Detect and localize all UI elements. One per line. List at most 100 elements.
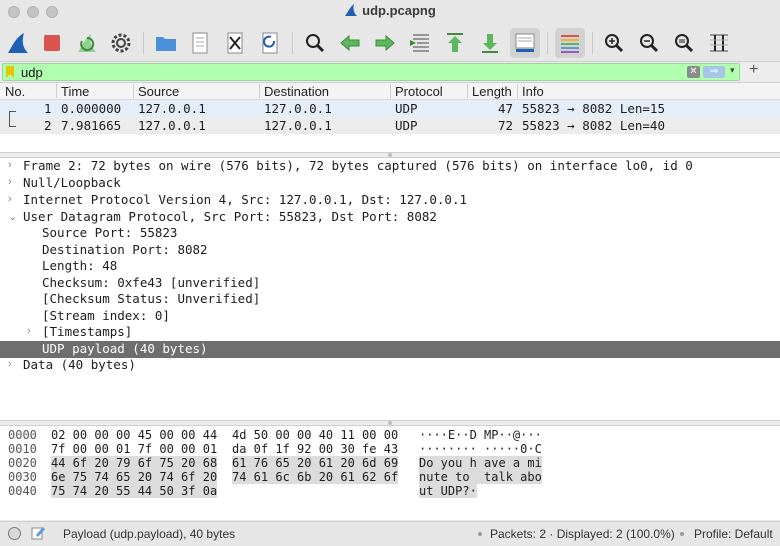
resize-columns-icon <box>710 34 728 52</box>
first-packet-button[interactable] <box>440 28 470 58</box>
expert-info-indicator-icon[interactable] <box>8 527 21 540</box>
packet-destination: 127.0.0.1 <box>264 101 332 116</box>
detail-row-stream-index[interactable]: [Stream index: 0] <box>0 308 780 325</box>
expand-arrow-icon[interactable]: › <box>8 358 12 370</box>
detail-row-loopback[interactable]: › Null/Loopback <box>0 175 780 192</box>
toolbar-separator <box>143 32 144 54</box>
packet-row[interactable]: 1 0.000000 127.0.0.1 127.0.0.1 UDP 47 55… <box>0 100 780 117</box>
display-filter-input[interactable] <box>21 64 681 80</box>
packet-row[interactable]: 2 7.981665 127.0.0.1 127.0.0.1 UDP 72 55… <box>0 117 780 134</box>
column-header-destination[interactable]: Destination <box>264 84 329 99</box>
detail-row-frame[interactable]: › Frame 2: 72 bytes on wire (576 bits), … <box>0 158 780 175</box>
column-header-time[interactable]: Time <box>61 84 89 99</box>
capture-comment-icon[interactable] <box>30 525 46 541</box>
capture-options-button[interactable] <box>106 28 136 58</box>
column-header-source[interactable]: Source <box>138 84 179 99</box>
bytes-hex: 02 00 00 00 45 00 00 44 <box>51 428 218 442</box>
column-divider[interactable] <box>467 84 468 98</box>
go-back-button[interactable] <box>335 28 365 58</box>
toolbar-separator <box>592 32 593 54</box>
stop-capture-button[interactable] <box>37 28 67 58</box>
last-packet-button[interactable] <box>475 28 505 58</box>
start-capture-button[interactable] <box>3 28 33 58</box>
expand-arrow-icon[interactable]: › <box>8 193 12 205</box>
detail-text: UDP payload (40 bytes) <box>42 341 208 356</box>
filter-history-dropdown-icon[interactable]: ▾ <box>730 65 735 76</box>
zoom-out-button[interactable] <box>634 28 664 58</box>
bytes-hex: 7f 00 00 01 7f 00 00 01 <box>51 442 218 456</box>
save-file-button[interactable] <box>185 28 215 58</box>
detail-row-data[interactable]: › Data (40 bytes) <box>0 357 780 374</box>
expand-arrow-icon[interactable]: › <box>8 159 12 171</box>
expand-arrow-icon[interactable]: › <box>27 325 31 337</box>
detail-row-udp-payload[interactable]: UDP payload (40 bytes) <box>0 341 780 358</box>
file-grid-icon <box>192 32 208 54</box>
splitter-handle[interactable] <box>388 421 392 425</box>
bytes-row[interactable]: 0030 6e 75 74 65 20 74 6f 20 74 61 6c 6b… <box>0 470 780 484</box>
go-to-packet-button[interactable] <box>405 28 435 58</box>
bytes-row[interactable]: 0020 44 6f 20 79 6f 75 20 68 61 76 65 20… <box>0 456 780 470</box>
detail-row-ipv4[interactable]: › Internet Protocol Version 4, Src: 127.… <box>0 192 780 209</box>
column-header-no[interactable]: No. <box>5 84 25 99</box>
detail-row-source-port[interactable]: Source Port: 55823 <box>0 225 780 242</box>
collapse-arrow-icon[interactable]: ⌄ <box>8 210 17 223</box>
detail-row-destination-port[interactable]: Destination Port: 8082 <box>0 242 780 259</box>
status-field-text: Payload (udp.payload), 40 bytes <box>63 527 236 541</box>
column-divider[interactable] <box>517 84 518 98</box>
zoom-reset-icon <box>675 34 694 53</box>
bytes-hex: 44 6f 20 79 6f 75 20 68 <box>51 456 218 470</box>
normal-size-button[interactable] <box>669 28 699 58</box>
autoscroll-icon <box>515 33 535 52</box>
bytes-offset: 0000 <box>8 428 37 442</box>
packet-bytes-pane: 0000 02 00 00 00 45 00 00 44 4d 50 00 00… <box>0 426 780 520</box>
detail-text: User Datagram Protocol, Src Port: 55823,… <box>23 209 437 224</box>
status-profile-text[interactable]: Profile: Default <box>694 527 773 541</box>
detail-text: [Stream index: 0] <box>42 308 170 323</box>
open-file-button[interactable] <box>151 28 181 58</box>
restart-capture-button[interactable] <box>72 28 102 58</box>
bytes-offset: 0020 <box>8 456 37 470</box>
column-divider[interactable] <box>390 84 391 98</box>
bytes-hex: da 0f 1f 92 00 30 fe 43 <box>232 442 399 456</box>
column-divider[interactable] <box>133 84 134 98</box>
reload-file-button[interactable] <box>255 28 285 58</box>
column-divider[interactable] <box>259 84 260 98</box>
splitter-handle[interactable] <box>388 153 392 157</box>
shark-fin-icon <box>8 33 28 53</box>
autoscroll-button[interactable] <box>510 28 540 58</box>
bytes-row[interactable]: 0040 75 74 20 55 44 50 3f 0a ut UDP?· <box>0 484 780 498</box>
colorize-button[interactable] <box>555 28 585 58</box>
status-separator-dot <box>478 532 482 536</box>
detail-text: Destination Port: 8082 <box>42 242 208 257</box>
packet-info: 55823 → 8082 Len=15 <box>522 101 665 116</box>
packet-source: 127.0.0.1 <box>138 118 206 133</box>
bytes-row[interactable]: 0010 7f 00 00 01 7f 00 00 01 da 0f 1f 92… <box>0 442 780 456</box>
find-packet-button[interactable] <box>300 28 330 58</box>
add-filter-button[interactable]: + <box>749 61 758 79</box>
detail-row-timestamps[interactable]: › [Timestamps] <box>0 324 780 341</box>
detail-text: Checksum: 0xfe43 [unverified] <box>42 275 261 290</box>
detail-row-length[interactable]: Length: 48 <box>0 258 780 275</box>
packet-length: 72 <box>498 118 514 133</box>
detail-row-udp[interactable]: ⌄ User Datagram Protocol, Src Port: 5582… <box>0 209 780 226</box>
column-header-protocol[interactable]: Protocol <box>395 84 443 99</box>
clear-filter-icon[interactable]: ✕ <box>687 66 700 78</box>
bytes-hex: 4d 50 00 00 40 11 00 00 <box>232 428 399 442</box>
detail-row-checksum-status[interactable]: [Checksum Status: Unverified] <box>0 291 780 308</box>
column-header-length[interactable]: Length <box>472 84 512 99</box>
expand-arrow-icon[interactable]: › <box>8 176 12 188</box>
close-file-icon <box>227 32 243 54</box>
bytes-row[interactable]: 0000 02 00 00 00 45 00 00 44 4d 50 00 00… <box>0 428 780 442</box>
resize-columns-button[interactable] <box>704 28 734 58</box>
zoom-in-button[interactable] <box>599 28 629 58</box>
apply-filter-arrow-icon[interactable]: ⇒ <box>703 66 725 78</box>
close-file-button[interactable] <box>220 28 250 58</box>
column-header-info[interactable]: Info <box>522 84 544 99</box>
column-divider[interactable] <box>56 84 57 98</box>
packet-protocol: UDP <box>395 118 418 133</box>
detail-text: [Timestamps] <box>42 324 133 339</box>
bookmark-icon[interactable] <box>6 66 14 78</box>
go-forward-button[interactable] <box>370 28 400 58</box>
packet-time: 7.981665 <box>61 118 122 133</box>
detail-row-checksum[interactable]: Checksum: 0xfe43 [unverified] <box>0 275 780 292</box>
